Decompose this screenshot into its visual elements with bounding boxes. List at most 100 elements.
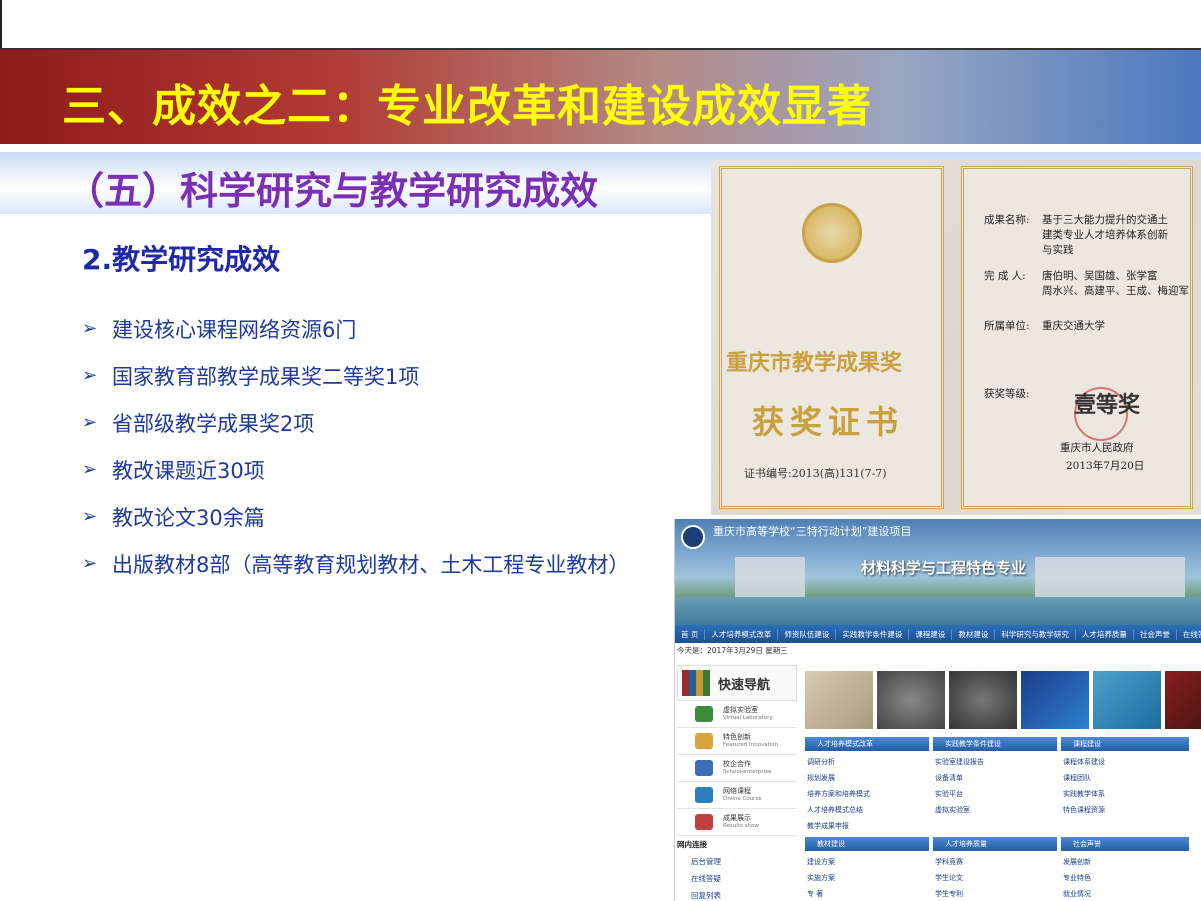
website-screenshot: 重庆市高等学校“三特行动计划”建设项目 材料科学与工程特色专业 首 页 人才培养… bbox=[674, 519, 1201, 901]
column-link[interactable]: 设备清单 bbox=[935, 773, 963, 783]
issuer: 重庆市人民政府 bbox=[1060, 442, 1134, 454]
nav-item[interactable]: 在线答疑 bbox=[1177, 629, 1201, 640]
site-date: 今天是：2017年3月29日 星期三 bbox=[677, 646, 788, 655]
lab-icon bbox=[695, 706, 713, 722]
certificate-heading: 获奖证书 bbox=[752, 403, 905, 441]
column-link[interactable]: 特色课程资源 bbox=[1063, 805, 1105, 815]
column-heading[interactable]: 人才培养模式改革 bbox=[805, 737, 929, 751]
bullet-text: 省部级教学成果奖2项 bbox=[112, 411, 315, 436]
material-thumbnail[interactable] bbox=[949, 671, 1017, 729]
completer-label: 完 成 人: bbox=[984, 270, 1026, 282]
link-qa[interactable]: 在线答疑 bbox=[691, 873, 721, 884]
column-link[interactable]: 实践教学体系 bbox=[1063, 789, 1105, 799]
quick-nav-sub: Results show bbox=[723, 823, 759, 829]
result-value-line: 与实践 bbox=[1042, 244, 1074, 256]
nav-item[interactable]: 首 页 bbox=[675, 628, 706, 640]
column-link[interactable]: 学生论文 bbox=[935, 873, 963, 883]
site-header: 重庆市高等学校“三特行动计划”建设项目 材料科学与工程特色专业 bbox=[675, 519, 1201, 625]
column-heading[interactable]: 课程建设 bbox=[1061, 737, 1189, 751]
arrow-bullet-icon: ➢ bbox=[82, 459, 98, 480]
material-thumbnail[interactable] bbox=[805, 671, 873, 729]
quick-nav-sub: Online Course bbox=[723, 796, 762, 802]
column-heading[interactable]: 人才培养质量 bbox=[933, 837, 1057, 851]
quick-nav-title: 快速导航 bbox=[718, 677, 771, 693]
column-link[interactable]: 专 著 bbox=[807, 889, 823, 899]
column-link[interactable]: 学生专利 bbox=[935, 889, 963, 899]
quick-nav-sub: Virtual Laboratory bbox=[723, 715, 773, 721]
nav-item[interactable]: 社会声誉 bbox=[1134, 628, 1177, 640]
quick-nav-item[interactable]: 校企合作 School-enterprise bbox=[677, 755, 797, 782]
unit-value: 重庆交通大学 bbox=[1042, 320, 1105, 332]
links-heading: 网内连接 bbox=[677, 840, 707, 849]
bullet-text: 教改论文30余篇 bbox=[112, 505, 265, 530]
column-link[interactable]: 就业情况 bbox=[1063, 889, 1091, 899]
column-link[interactable]: 专业特色 bbox=[1063, 873, 1091, 883]
column-link[interactable]: 规划发展 bbox=[807, 773, 835, 783]
quick-nav-item[interactable]: 虚拟实验室 Virtual Laboratory bbox=[677, 701, 797, 728]
column-link[interactable]: 调研分析 bbox=[807, 757, 835, 767]
nav-item[interactable]: 师资队伍建设 bbox=[778, 628, 837, 640]
column-link[interactable]: 虚拟实验室 bbox=[935, 805, 970, 815]
bullet-item: ➢ 出版教材8部（高等教育规划教材、土木工程专业教材） bbox=[82, 540, 629, 587]
column-link[interactable]: 学科竞赛 bbox=[935, 857, 963, 867]
title-banner: 三、成效之二：专业改革和建设成效显著 bbox=[0, 48, 1201, 144]
nav-item[interactable]: 教材建设 bbox=[952, 628, 996, 640]
column-heading[interactable]: 实践教学条件建设 bbox=[933, 737, 1057, 751]
link-replies[interactable]: 回复列表 bbox=[691, 890, 721, 901]
column-link[interactable]: 课程团队 bbox=[1063, 773, 1091, 783]
certificate-number: 证书编号:2013(高)131(7-7) bbox=[744, 467, 887, 480]
site-nav-bar: 首 页 人才培养模式改革 师资队伍建设 实践教学条件建设 课程建设 教材建设 科… bbox=[675, 625, 1201, 643]
thumbnail-strip bbox=[805, 671, 1201, 729]
nav-item[interactable]: 实践教学条件建设 bbox=[836, 628, 910, 640]
nav-item[interactable]: 人才培养模式改革 bbox=[705, 628, 779, 640]
arrow-bullet-icon: ➢ bbox=[82, 553, 98, 574]
arrow-bullet-icon: ➢ bbox=[82, 365, 98, 386]
material-thumbnail[interactable] bbox=[877, 671, 945, 729]
nav-item[interactable]: 课程建设 bbox=[909, 628, 953, 640]
link-admin[interactable]: 后台管理 bbox=[691, 856, 721, 867]
bullet-item: ➢ 教改论文30余篇 bbox=[82, 493, 629, 540]
unit-label: 所属单位: bbox=[984, 320, 1030, 332]
nav-item[interactable]: 科学研究与教学研究 bbox=[995, 628, 1076, 640]
arrow-bullet-icon: ➢ bbox=[82, 412, 98, 433]
bullet-item: ➢ 省部级教学成果奖2项 bbox=[82, 399, 629, 446]
bullet-text: 国家教育部教学成果奖二等奖1项 bbox=[112, 364, 420, 389]
certificate-award-name: 重庆市教学成果奖 bbox=[726, 350, 903, 376]
books-icon bbox=[682, 670, 710, 696]
nav-item[interactable]: 人才培养质量 bbox=[1076, 628, 1134, 640]
certificate-cover: 重庆市教学成果奖 获奖证书 证书编号:2013(高)131(7-7) bbox=[719, 166, 944, 509]
completer-value-line: 周水兴、高建平、王成、梅迎军 bbox=[1042, 285, 1189, 297]
column-link[interactable]: 课程体系建设 bbox=[1063, 757, 1105, 767]
quick-nav-header: 快速导航 bbox=[677, 665, 797, 701]
column-link[interactable]: 人才培养模式总结 bbox=[807, 805, 863, 815]
slide-top-margin bbox=[0, 0, 1201, 48]
column-link[interactable]: 实验平台 bbox=[935, 789, 963, 799]
quick-nav-item[interactable]: 特色创新 Featured Innovation bbox=[677, 728, 797, 755]
quick-nav-label: 校企合作 bbox=[723, 760, 751, 768]
column-link[interactable]: 实验室建设报告 bbox=[935, 757, 984, 767]
column-heading[interactable]: 社会声誉 bbox=[1061, 837, 1189, 851]
quick-nav-label: 网络课程 bbox=[723, 787, 751, 795]
quick-nav-item[interactable]: 成果展示 Results show bbox=[677, 809, 797, 836]
book-cover-thumbnail[interactable] bbox=[1165, 671, 1201, 729]
site-banner-title: 材料科学与工程特色专业 bbox=[861, 559, 1027, 577]
online-course-icon bbox=[695, 787, 713, 803]
bullet-text: 建设核心课程网络资源6门 bbox=[112, 317, 357, 342]
bullet-item: ➢ 教改课题近30项 bbox=[82, 446, 629, 493]
cooperation-icon bbox=[695, 760, 713, 776]
result-value-line: 建类专业人才培养体系创新 bbox=[1042, 229, 1168, 241]
result-label: 成果名称: bbox=[984, 214, 1030, 226]
bullet-item: ➢ 建设核心课程网络资源6门 bbox=[82, 305, 629, 352]
column-link[interactable]: 发展创新 bbox=[1063, 857, 1091, 867]
building-image bbox=[735, 557, 805, 597]
column-heading[interactable]: 教材建设 bbox=[805, 837, 929, 851]
column-link[interactable]: 实施方案 bbox=[807, 873, 835, 883]
book-cover-thumbnail[interactable] bbox=[1021, 671, 1089, 729]
quick-nav-item[interactable]: 网络课程 Online Course bbox=[677, 782, 797, 809]
column-link[interactable]: 培养方案和培养模式 bbox=[807, 789, 870, 799]
column-link[interactable]: 建设方案 bbox=[807, 857, 835, 867]
book-cover-thumbnail[interactable] bbox=[1093, 671, 1161, 729]
innovation-icon bbox=[695, 733, 713, 749]
level-value: 壹等奖 bbox=[1074, 392, 1141, 418]
column-link[interactable]: 教学成果申报 bbox=[807, 821, 849, 831]
